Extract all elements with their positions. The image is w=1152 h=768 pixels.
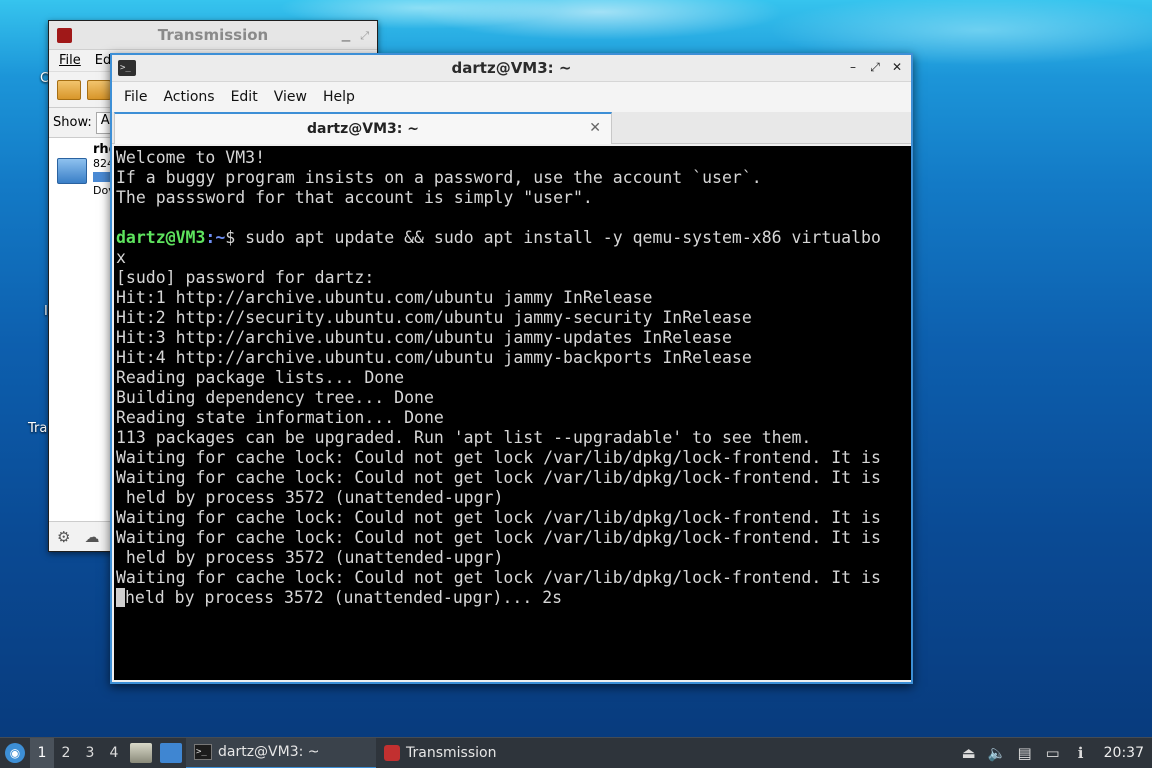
prompt-symbol: $ (225, 228, 246, 247)
clock[interactable]: 20:37 (1104, 745, 1144, 761)
maximize-icon[interactable]: ⤢ (360, 29, 369, 43)
output-line: [sudo] password for dartz: (116, 268, 375, 287)
workspace-3[interactable]: 3 (78, 738, 102, 768)
workspace-1[interactable]: 1 (30, 737, 54, 768)
output-line: held by process 3572 (unattended-upgr) (116, 488, 504, 507)
output-line: held by process 3572 (unattended-upgr) (116, 548, 504, 567)
open-url-folder-icon[interactable] (87, 79, 111, 100)
output-line: Reading state information... Done (116, 408, 444, 427)
terminal-window[interactable]: >_ dartz@VM3: ~ – ⤢ ✕ File Actions Edit … (110, 53, 913, 684)
window-controls: ▁ ⤢ (342, 29, 369, 43)
prompt-path: :~ (205, 228, 226, 247)
menu-edit[interactable]: Edit (225, 89, 264, 105)
network-icon[interactable]: ▭ (1044, 744, 1062, 762)
lubuntu-logo-icon: ◉ (5, 743, 25, 763)
close-icon[interactable]: ✕ (589, 120, 601, 136)
task-label: dartz@VM3: ~ (218, 744, 320, 760)
menu-edit[interactable]: Ed (95, 53, 111, 68)
transmission-app-icon (57, 28, 72, 43)
task-terminal[interactable]: >_ dartz@VM3: ~ (186, 737, 376, 768)
output-line: Building dependency tree... Done (116, 388, 434, 407)
tab-bar: dartz@VM3: ~ ✕ (112, 112, 911, 144)
menu-actions[interactable]: Actions (157, 89, 220, 105)
eject-icon[interactable]: ⏏ (960, 744, 978, 762)
file-manager-icon[interactable] (130, 743, 152, 763)
output-line: Hit:4 http://archive.ubuntu.com/ubuntu j… (116, 348, 752, 367)
window-title: dartz@VM3: ~ (451, 59, 572, 77)
open-folder-icon[interactable] (57, 79, 81, 100)
tab-terminal[interactable]: dartz@VM3: ~ ✕ (114, 112, 612, 144)
terminal-app-icon: >_ (118, 60, 136, 76)
output-line: Waiting for cache lock: Could not get lo… (116, 468, 881, 487)
terminal-output[interactable]: Welcome to VM3! If a buggy program insist… (114, 146, 911, 680)
gear-icon[interactable]: ⚙ (57, 528, 70, 546)
prompt-line: dartz@VM3:~$ sudo apt update && sudo apt… (114, 228, 911, 248)
minimize-icon[interactable]: – (845, 59, 861, 75)
desktop-icon-label[interactable]: Tra (28, 421, 47, 436)
terminal-titlebar[interactable]: >_ dartz@VM3: ~ – ⤢ ✕ (112, 55, 911, 82)
transmission-icon (384, 745, 400, 761)
menubar: File Actions Edit View Help (112, 82, 911, 112)
menu-help[interactable]: Help (317, 89, 361, 105)
text-cursor (116, 588, 125, 607)
update-notifier-icon[interactable]: ℹ (1072, 744, 1090, 762)
output-line-last: held by process 3572 (unattended-upgr)..… (114, 588, 911, 608)
output-line: If a buggy program insists on a password… (116, 168, 762, 187)
show-label: Show: (53, 115, 92, 130)
transmission-titlebar[interactable]: Transmission ▁ ⤢ (49, 21, 377, 50)
taskbar: ◉ 1 2 3 4 >_ dartz@VM3: ~ Transmission ⏏… (0, 737, 1152, 768)
window-title: Transmission (157, 26, 269, 44)
task-transmission[interactable]: Transmission (376, 738, 504, 768)
terminal-icon: >_ (194, 744, 212, 760)
show-desktop-icon[interactable] (160, 743, 182, 763)
output-line: 113 packages can be upgraded. Run 'apt l… (116, 428, 812, 447)
tab-label: dartz@VM3: ~ (307, 121, 419, 137)
system-tray: ⏏ 🔈 ▤ ▭ ℹ 20:37 (960, 744, 1152, 762)
clipboard-icon[interactable]: ▤ (1016, 744, 1034, 762)
output-line: Waiting for cache lock: Could not get lo… (116, 448, 881, 467)
minimize-icon[interactable]: ▁ (342, 29, 350, 43)
last-line-text: held by process 3572 (unattended-upgr)..… (125, 588, 563, 607)
output-line: The passsword for that account is simply… (116, 188, 593, 207)
menu-file[interactable]: File (118, 89, 153, 105)
output-line: Hit:3 http://archive.ubuntu.com/ubuntu j… (116, 328, 732, 347)
output-line: x (116, 248, 126, 267)
output-line: Waiting for cache lock: Could not get lo… (116, 568, 881, 587)
task-label: Transmission (406, 745, 497, 761)
command-text: sudo apt update && sudo apt install -y q… (245, 228, 881, 247)
output-line: Waiting for cache lock: Could not get lo… (116, 528, 881, 547)
folder-icon (57, 158, 87, 184)
menu-view[interactable]: View (268, 89, 313, 105)
start-menu-button[interactable]: ◉ (0, 738, 30, 768)
volume-icon[interactable]: 🔈 (988, 744, 1007, 762)
menu-file[interactable]: File (59, 53, 81, 68)
prompt-user: dartz@VM3 (116, 228, 206, 247)
workspace-4[interactable]: 4 (102, 738, 126, 768)
close-icon[interactable]: ✕ (889, 59, 905, 75)
turtle-icon[interactable]: ☁ (84, 528, 99, 546)
output-line: Welcome to VM3! (116, 148, 266, 167)
workspace-2[interactable]: 2 (54, 738, 78, 768)
output-line: Reading package lists... Done (116, 368, 405, 387)
output-line: Hit:1 http://archive.ubuntu.com/ubuntu j… (116, 288, 653, 307)
output-line: Hit:2 http://security.ubuntu.com/ubuntu … (116, 308, 752, 327)
window-controls: – ⤢ ✕ (845, 59, 905, 75)
maximize-icon[interactable]: ⤢ (867, 59, 883, 75)
output-line: Waiting for cache lock: Could not get lo… (116, 508, 881, 527)
